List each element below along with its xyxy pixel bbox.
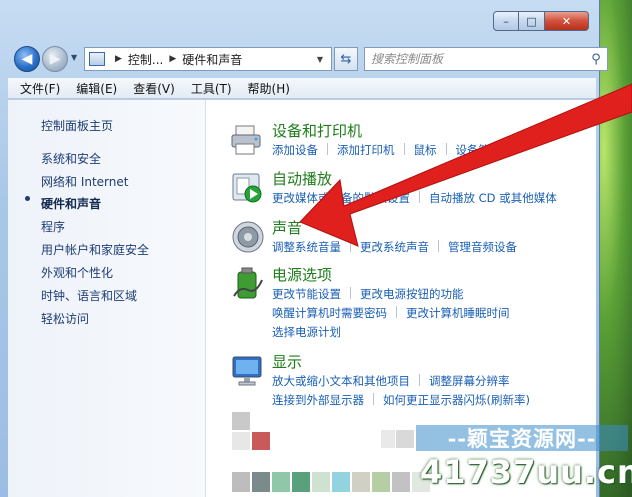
sidebar-item-appearance[interactable]: 外观和个性化: [41, 264, 113, 281]
category-display: 显示 放大或缩小文本和其他项目 调整屏幕分辨率 连接到外部显示器 如何更正显示器…: [230, 351, 590, 409]
link-adjust-resolution[interactable]: 调整屏幕分辨率: [429, 373, 510, 389]
link-line: 更改节能设置 更改电源按钮的功能: [272, 286, 464, 302]
link-mouse[interactable]: 鼠标: [414, 142, 437, 158]
watermark-title: --颖宝资源网--: [416, 425, 628, 451]
link-line: 选择电源计划: [272, 324, 341, 340]
display-icon[interactable]: [230, 353, 266, 389]
back-button[interactable]: ◀: [14, 46, 40, 72]
link-connect-external-display[interactable]: 连接到外部显示器: [272, 392, 364, 408]
speaker-icon[interactable]: [230, 219, 266, 255]
power-options-icon[interactable]: [230, 266, 266, 302]
current-item-bullet-icon: [25, 196, 30, 201]
menu-bar: 文件(F) 编辑(E) 查看(V) 工具(T) 帮助(H): [8, 78, 596, 99]
link-change-power-saving[interactable]: 更改节能设置: [272, 286, 341, 302]
link-require-password-wake[interactable]: 唤醒计算机时需要密码: [272, 305, 387, 321]
link-add-device[interactable]: 添加设备: [272, 142, 318, 158]
minimize-button[interactable]: –: [493, 11, 519, 31]
printer-icon[interactable]: [230, 122, 266, 158]
menu-help[interactable]: 帮助(H): [248, 80, 290, 97]
link-fix-flicker[interactable]: 如何更正显示器闪烁(刷新率): [383, 392, 530, 408]
search-input[interactable]: [365, 49, 585, 69]
link-power-button-function[interactable]: 更改电源按钮的功能: [360, 286, 464, 302]
category-power-options: 电源选项 更改节能设置 更改电源按钮的功能 唤醒计算机时需要密码 更改计算机睡眠…: [230, 264, 590, 340]
sidebar-item-user-accounts[interactable]: 用户帐户和家庭安全: [41, 241, 149, 258]
sidebar-item-control-panel-home[interactable]: 控制面板主页: [41, 117, 113, 134]
link-autoplay-cd[interactable]: 自动播放 CD 或其他媒体: [429, 190, 557, 206]
category-autoplay: 自动播放 更改媒体或设备的默认设置 自动播放 CD 或其他媒体: [230, 168, 590, 208]
sidebar-item-network-internet[interactable]: 网络和 Internet: [41, 173, 128, 190]
menu-tools[interactable]: 工具(T): [191, 80, 232, 97]
maximize-button[interactable]: □: [519, 11, 545, 31]
breadcrumb-separator-icon[interactable]: ▶: [115, 54, 122, 64]
watermark-url: 41737uu.cn: [420, 453, 632, 491]
search-icon[interactable]: ⚲: [585, 52, 607, 67]
link-manage-audio-devices[interactable]: 管理音频设备: [448, 239, 517, 255]
category-title[interactable]: 声音: [272, 217, 302, 238]
address-bar[interactable]: ▶ 控制... ▶ 硬件和声音 ▼: [84, 47, 332, 71]
breadcrumb-control-panel[interactable]: 控制...: [128, 51, 163, 68]
category-devices-printers: 设备和打印机 添加设备 添加打印机 鼠标 设备管理器: [230, 120, 590, 160]
refresh-button[interactable]: ⇆: [334, 47, 358, 71]
link-line: 放大或缩小文本和其他项目 调整屏幕分辨率: [272, 373, 510, 389]
menu-file[interactable]: 文件(F): [20, 80, 60, 97]
history-dropdown-icon[interactable]: ▼: [71, 53, 77, 62]
close-button[interactable]: ✕: [545, 11, 589, 31]
link-line: 连接到外部显示器 如何更正显示器闪烁(刷新率): [272, 392, 530, 408]
link-line: 调整系统音量 更改系统声音 管理音频设备: [272, 239, 517, 255]
autoplay-icon[interactable]: [230, 170, 266, 206]
category-title[interactable]: 电源选项: [272, 264, 332, 285]
caption-buttons: – □ ✕: [493, 11, 589, 31]
sidebar-item-programs[interactable]: 程序: [41, 218, 65, 235]
navigation-row: ◀ ▶ ▼ ▶ 控制... ▶ 硬件和声音 ▼ ⇆ ⚲: [14, 44, 608, 74]
menu-view[interactable]: 查看(V): [133, 80, 175, 97]
forward-button[interactable]: ▶: [42, 46, 68, 72]
link-change-sleep-time[interactable]: 更改计算机睡眠时间: [406, 305, 510, 321]
link-resize-text[interactable]: 放大或缩小文本和其他项目: [272, 373, 410, 389]
address-dropdown-icon[interactable]: ▼: [317, 55, 323, 64]
link-choose-power-plan[interactable]: 选择电源计划: [272, 324, 341, 340]
link-line: 唤醒计算机时需要密码 更改计算机睡眠时间: [272, 305, 510, 321]
category-title[interactable]: 显示: [272, 351, 302, 372]
link-line: 更改媒体或设备的默认设置 自动播放 CD 或其他媒体: [272, 190, 557, 206]
link-change-system-sounds[interactable]: 更改系统声音: [360, 239, 429, 255]
sidebar: 控制面板主页 系统和安全 网络和 Internet 硬件和声音 程序 用户帐户和…: [8, 100, 206, 497]
menu-edit[interactable]: 编辑(E): [76, 80, 117, 97]
refresh-icon: ⇆: [340, 51, 352, 67]
sidebar-item-system-security[interactable]: 系统和安全: [41, 150, 101, 167]
sidebar-item-hardware-sound: 硬件和声音: [41, 197, 102, 211]
category-sound: 声音 调整系统音量 更改系统声音 管理音频设备: [230, 217, 590, 257]
link-change-default-media-settings[interactable]: 更改媒体或设备的默认设置: [272, 190, 410, 206]
sidebar-item-clock-language[interactable]: 时钟、语言和区域: [41, 287, 137, 304]
link-add-printer[interactable]: 添加打印机: [337, 142, 395, 158]
sidebar-item-ease-of-access[interactable]: 轻松访问: [41, 310, 89, 327]
control-panel-icon: [89, 52, 105, 66]
breadcrumb-separator-icon[interactable]: ▶: [169, 54, 176, 64]
link-device-manager[interactable]: 设备管理器: [456, 142, 514, 158]
category-title[interactable]: 设备和打印机: [272, 120, 362, 141]
category-title[interactable]: 自动播放: [272, 168, 332, 189]
link-line: 添加设备 添加打印机 鼠标 设备管理器: [272, 142, 513, 158]
search-box[interactable]: ⚲: [364, 47, 608, 71]
link-adjust-volume[interactable]: 调整系统音量: [272, 239, 341, 255]
breadcrumb-hardware-sound[interactable]: 硬件和声音: [182, 51, 242, 68]
